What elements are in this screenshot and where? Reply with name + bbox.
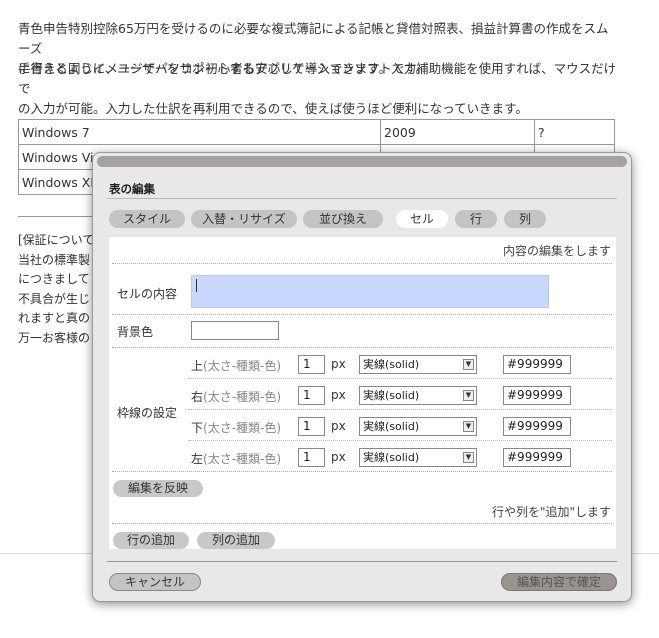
- cell-content-label: セルの内容: [117, 287, 178, 301]
- apply-edit-button[interactable]: 編集を反映: [113, 480, 203, 497]
- border-bottom-color-input[interactable]: #999999: [503, 417, 571, 436]
- cell-content-input[interactable]: [191, 275, 549, 308]
- bgcolor-label: 背景色: [117, 325, 154, 339]
- table-edit-dialog: 表の編集 スタイル 入替・リサイズ 並び換え セル 行 列 内容の編集をします …: [92, 152, 632, 602]
- tab-column[interactable]: 列: [504, 210, 546, 228]
- bgcolor-input[interactable]: [191, 321, 279, 340]
- tab-sort[interactable]: 並び換え: [303, 210, 383, 228]
- border-right-color-input[interactable]: #999999: [503, 386, 571, 405]
- border-right-width-input[interactable]: 1: [298, 386, 325, 405]
- border-bottom-width-input[interactable]: 1: [298, 417, 325, 436]
- divider: [112, 471, 612, 472]
- border-top-width-input[interactable]: 1: [298, 355, 325, 374]
- add-column-button[interactable]: 列の追加: [197, 532, 275, 549]
- divider: [112, 347, 612, 348]
- divider: [107, 198, 617, 199]
- divider: [107, 561, 617, 562]
- border-settings-label: 枠線の設定: [117, 406, 178, 420]
- divider: [188, 409, 612, 410]
- chevron-down-icon: ▼: [463, 359, 474, 370]
- px-unit: px: [331, 357, 346, 371]
- border-left-style-select[interactable]: 実線(solid) ▼: [359, 448, 477, 467]
- divider: [188, 378, 612, 379]
- text-caret: [196, 279, 197, 292]
- tab-swap-resize[interactable]: 入替・リサイズ: [191, 210, 297, 228]
- px-unit: px: [331, 450, 346, 464]
- info-add: 行や列を"追加"します: [491, 505, 611, 519]
- border-left-color-input[interactable]: #999999: [503, 448, 571, 467]
- cancel-button[interactable]: キャンセル: [109, 573, 201, 591]
- border-top-style-select[interactable]: 実線(solid) ▼: [359, 355, 477, 374]
- px-unit: px: [331, 388, 346, 402]
- divider: [188, 440, 612, 441]
- tab-cell[interactable]: セル: [396, 210, 448, 228]
- chevron-down-icon: ▼: [463, 390, 474, 401]
- tab-style[interactable]: スタイル: [109, 210, 185, 228]
- border-top-color-input[interactable]: #999999: [503, 355, 571, 374]
- divider: [112, 263, 612, 264]
- px-unit: px: [331, 419, 346, 433]
- intro-paragraph-2: 手書きと同じイメージでパソコン初心者も安心して導入できます。入力補助機能を使用す…: [18, 61, 617, 116]
- chevron-down-icon: ▼: [463, 421, 474, 432]
- tab-row[interactable]: 行: [455, 210, 497, 228]
- border-top-label: 上(太さ-種類-色): [191, 359, 282, 373]
- dialog-title-bar[interactable]: [97, 156, 627, 167]
- dialog-title: 表の編集: [109, 182, 155, 196]
- border-right-label: 右(太さ-種類-色): [191, 390, 282, 404]
- border-left-width-input[interactable]: 1: [298, 448, 325, 467]
- divider: [112, 314, 612, 315]
- divider: [112, 523, 612, 524]
- confirm-button[interactable]: 編集内容で確定: [501, 573, 617, 591]
- border-bottom-label: 下(太さ-種類-色): [191, 421, 282, 435]
- border-right-style-select[interactable]: 実線(solid) ▼: [359, 386, 477, 405]
- chevron-down-icon: ▼: [463, 452, 474, 463]
- cell-edit-panel: 内容の編集をします セルの内容 背景色 枠線の設定 上(太さ-種類-色) 1 p…: [109, 237, 616, 549]
- info-edit: 内容の編集をします: [502, 244, 611, 258]
- add-row-button[interactable]: 行の追加: [113, 532, 189, 549]
- border-left-label: 左(太さ-種類-色): [191, 452, 282, 466]
- table-row: Windows 7 2009 ?: [18, 119, 615, 145]
- border-bottom-style-select[interactable]: 実線(solid) ▼: [359, 417, 477, 436]
- warranty-text: [保証について 当社の標準製 につきまして 不具合が生じ れますと真の 万一お客…: [18, 233, 95, 345]
